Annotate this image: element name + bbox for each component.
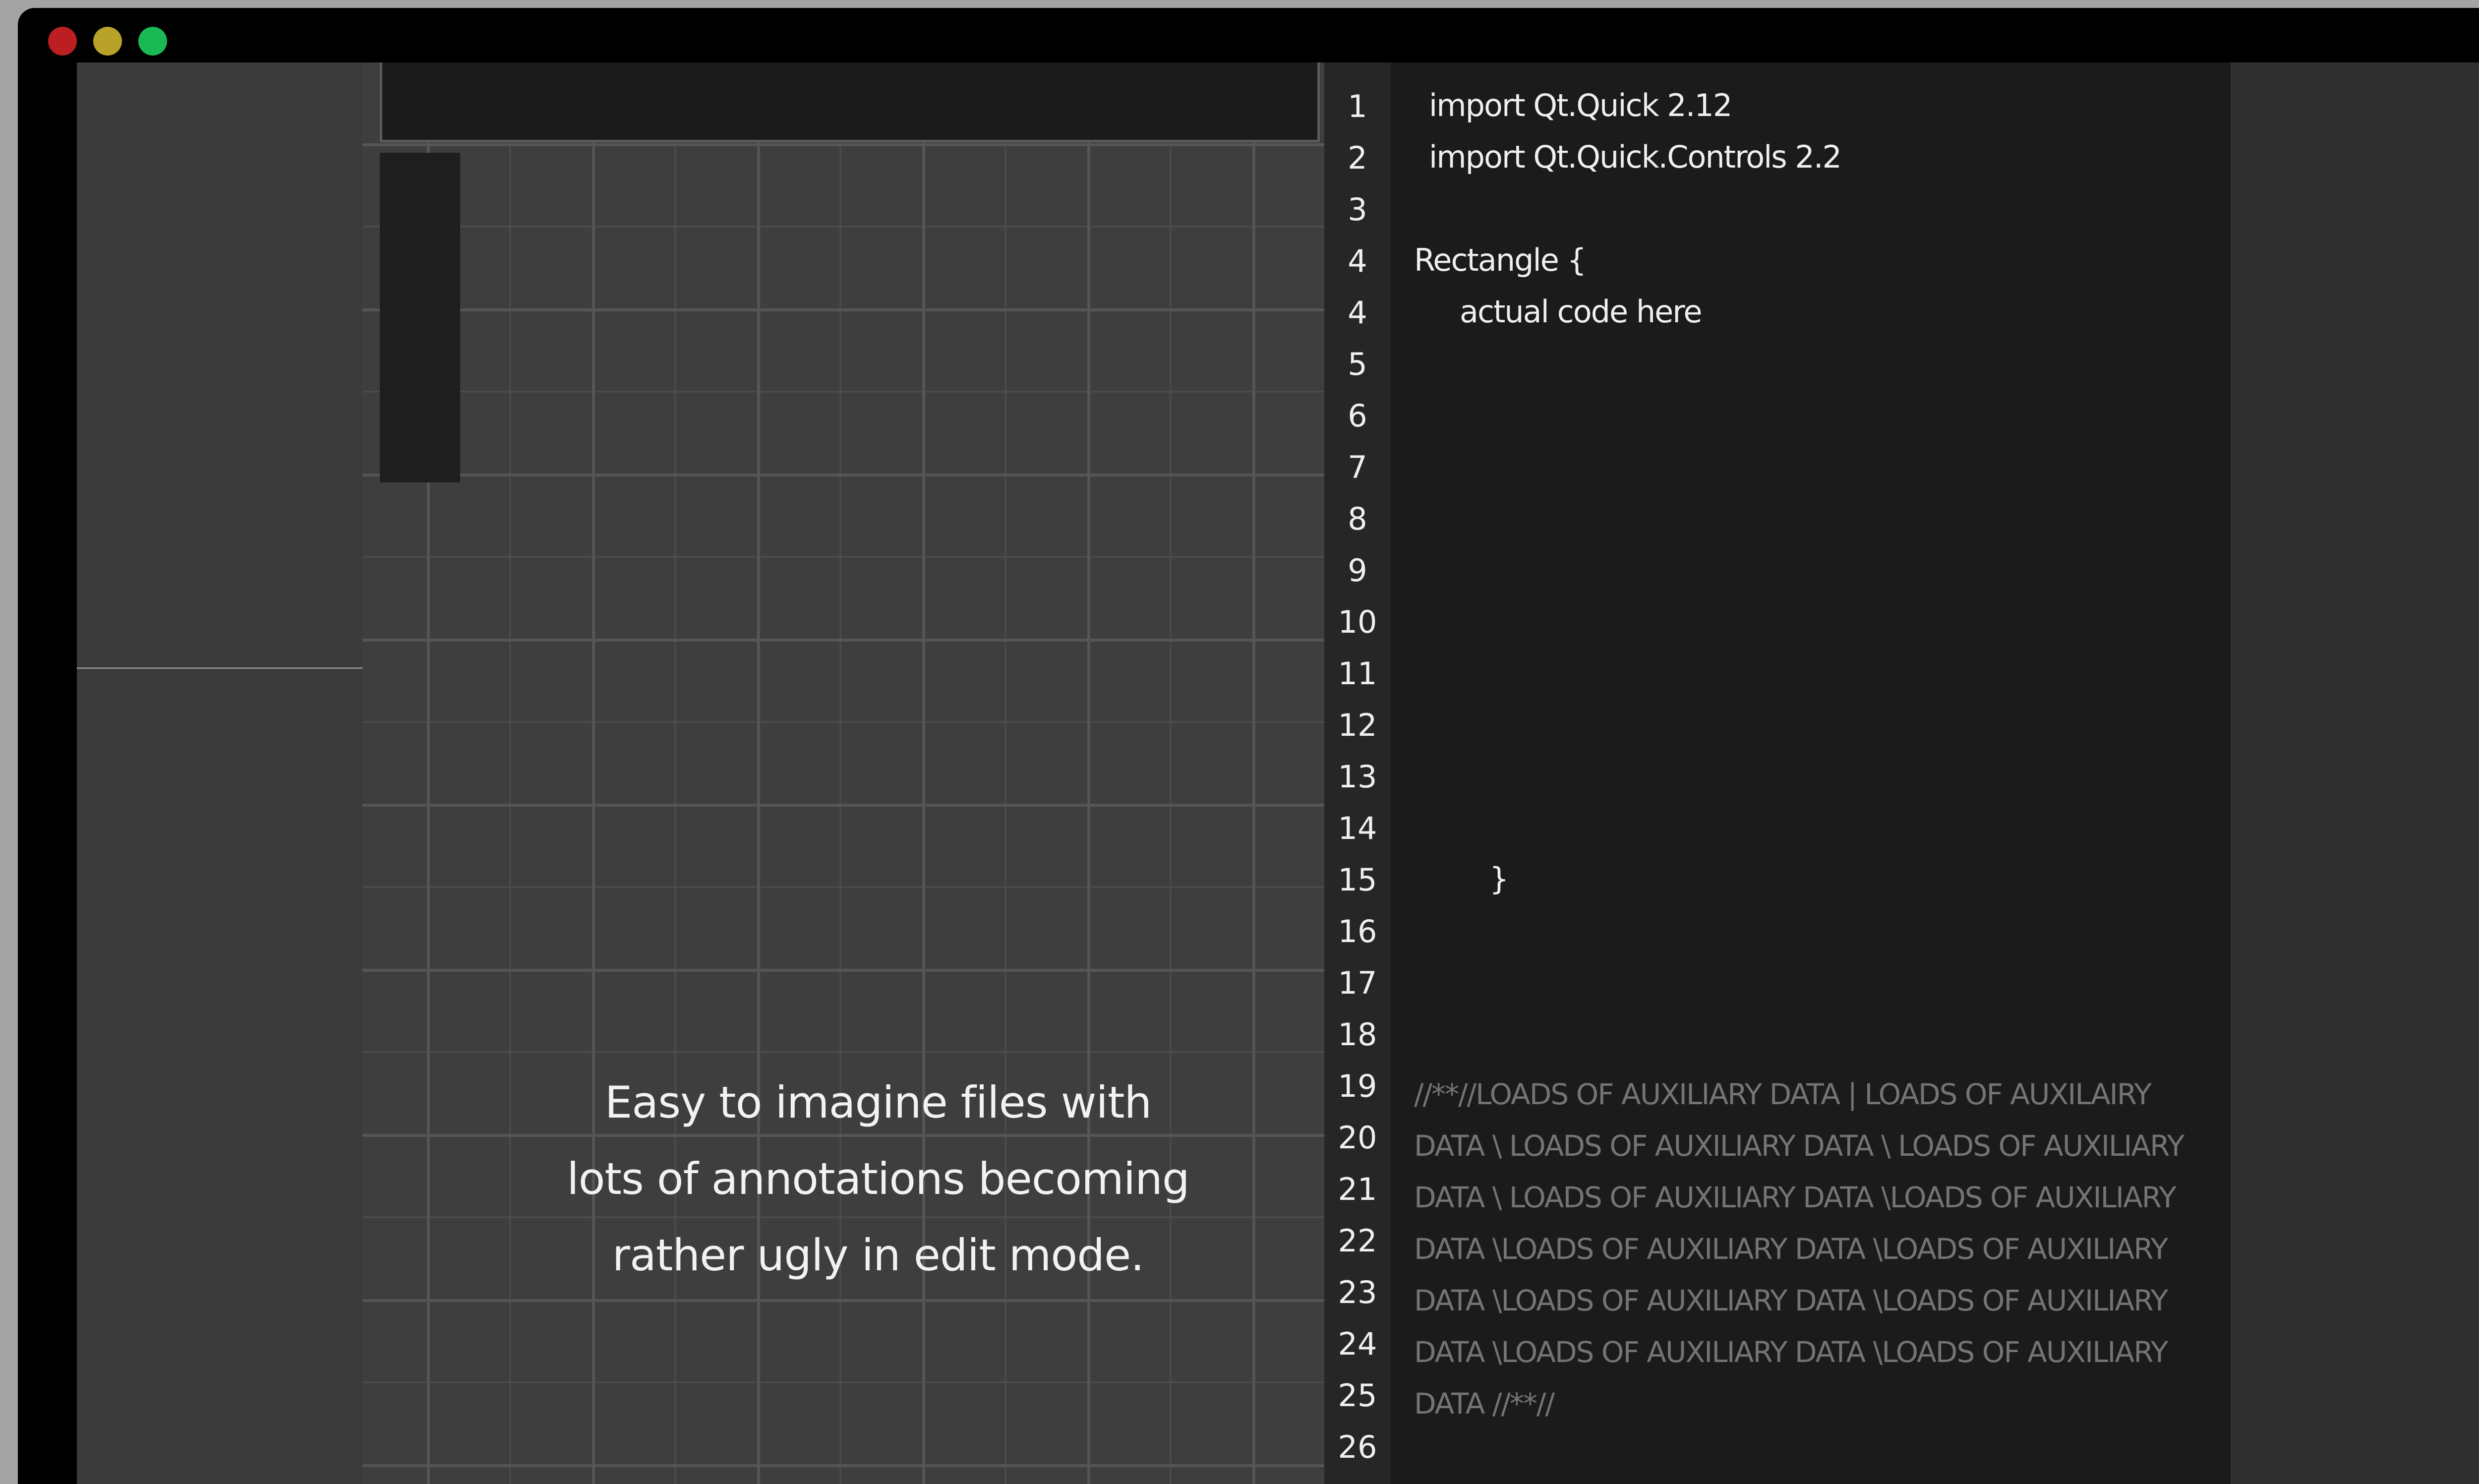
code-line-body[interactable]: actual code here bbox=[1460, 292, 1703, 332]
code-line-rectangle-open[interactable]: Rectangle { bbox=[1414, 240, 1587, 280]
line-number: 17 bbox=[1338, 965, 1377, 1001]
line-number: 19 bbox=[1338, 1068, 1377, 1104]
canvas-annotation-note: Easy to imagine files with lots of annot… bbox=[567, 1077, 1190, 1281]
line-number: 4 bbox=[1348, 243, 1367, 279]
line-number: 20 bbox=[1338, 1120, 1377, 1156]
design-canvas[interactable]: Easy to imagine files with lots of annot… bbox=[362, 62, 1324, 1484]
left-sidebar bbox=[77, 62, 362, 1484]
code-line-import-controls[interactable]: import Qt.Quick.Controls 2.2 bbox=[1429, 137, 1842, 177]
line-number: 6 bbox=[1348, 398, 1367, 434]
line-number: 23 bbox=[1338, 1274, 1377, 1310]
code-editor[interactable]: import Qt.Quick 2.12 import Qt.Quick.Con… bbox=[1391, 62, 2231, 1484]
line-number: 25 bbox=[1338, 1377, 1377, 1414]
line-number: 11 bbox=[1338, 655, 1377, 692]
line-number: 26 bbox=[1338, 1429, 1377, 1465]
app-window: Easy to imagine files with lots of annot… bbox=[18, 8, 2479, 1484]
sidebar-divider bbox=[77, 667, 362, 669]
line-number: 4 bbox=[1348, 295, 1367, 331]
line-number: 14 bbox=[1338, 810, 1377, 846]
line-number: 1 bbox=[1348, 88, 1367, 124]
minimize-window-button[interactable] bbox=[93, 27, 122, 56]
line-number: 7 bbox=[1348, 449, 1367, 485]
line-number: 8 bbox=[1348, 501, 1367, 537]
auxiliary-data-comment[interactable]: //**//LOADS OF AUXILIARY DATA | LOADS OF… bbox=[1414, 1068, 2227, 1429]
canvas-rectangle-item[interactable] bbox=[380, 153, 460, 482]
line-number: 21 bbox=[1338, 1171, 1377, 1207]
line-number: 22 bbox=[1338, 1223, 1377, 1259]
line-number: 2 bbox=[1348, 140, 1367, 176]
line-number: 9 bbox=[1348, 552, 1367, 589]
line-number: 12 bbox=[1338, 707, 1377, 743]
line-number: 13 bbox=[1338, 759, 1377, 795]
line-number: 10 bbox=[1338, 604, 1377, 640]
code-line-import-quick[interactable]: import Qt.Quick 2.12 bbox=[1429, 86, 1732, 125]
close-window-button[interactable] bbox=[48, 27, 77, 56]
line-number: 16 bbox=[1338, 913, 1377, 950]
line-number: 24 bbox=[1338, 1326, 1377, 1362]
line-number: 15 bbox=[1338, 862, 1377, 898]
right-panel bbox=[2231, 62, 2479, 1484]
code-line-closing-brace[interactable]: } bbox=[1489, 859, 1509, 899]
line-number-gutter: 1 2 3 4 4 5 6 7 8 9 10 11 12 13 14 15 16… bbox=[1324, 62, 1391, 1484]
canvas-header-bar bbox=[380, 62, 1320, 142]
line-number: 18 bbox=[1338, 1016, 1377, 1053]
maximize-window-button[interactable] bbox=[138, 27, 167, 56]
line-number: 5 bbox=[1348, 346, 1367, 382]
line-number: 3 bbox=[1348, 191, 1367, 228]
